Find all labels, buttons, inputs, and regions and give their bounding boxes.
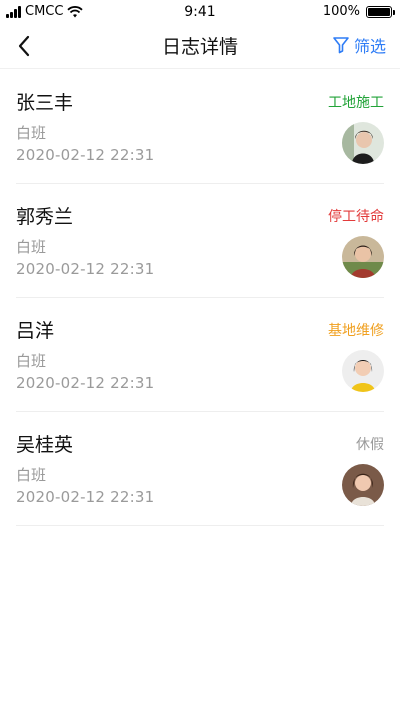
nav-divider [0,68,400,69]
worker-name: 吕洋 [16,320,55,342]
status-bar: CMCC 9:41 100% [0,0,400,24]
list-item[interactable]: 张三丰 白班 2020-02-12 22:31 工地施工 [16,70,384,184]
log-timestamp: 2020-02-12 22:31 [16,374,155,392]
avatar [342,350,384,392]
avatar [342,122,384,164]
avatar-image [342,464,384,506]
worker-name: 郭秀兰 [16,206,74,228]
shift-label: 白班 [16,352,47,370]
battery-percent: 100% [322,4,360,19]
status-badge: 工地施工 [328,95,384,111]
status-badge: 基地维修 [328,323,384,339]
status-badge: 休假 [356,437,384,453]
log-timestamp: 2020-02-12 22:31 [16,260,155,278]
nav-bar: 日志详情 筛选 [0,24,400,68]
status-right: 100% [322,4,395,19]
worker-name: 张三丰 [16,92,74,114]
list-item[interactable]: 吕洋 白班 2020-02-12 22:31 基地维修 [16,298,384,412]
worker-name: 吴桂英 [16,434,74,456]
avatar [342,464,384,506]
shift-label: 白班 [16,124,47,142]
filter-icon [333,37,349,54]
shift-label: 白班 [16,238,47,256]
filter-button[interactable]: 筛选 [332,33,386,57]
list-item[interactable]: 郭秀兰 白班 2020-02-12 22:31 停工待命 [16,184,384,298]
avatar-image [342,122,384,164]
avatar-image [342,236,384,278]
log-timestamp: 2020-02-12 22:31 [16,146,155,164]
avatar [342,236,384,278]
battery-icon [366,5,395,18]
log-list: 张三丰 白班 2020-02-12 22:31 工地施工 郭秀兰 白班 2020… [0,70,400,526]
list-item[interactable]: 吴桂英 白班 2020-02-12 22:31 休假 [16,412,384,526]
filter-label: 筛选 [353,37,386,56]
log-timestamp: 2020-02-12 22:31 [16,488,155,506]
shift-label: 白班 [16,466,47,484]
avatar-image [342,350,384,392]
status-badge: 停工待命 [328,209,384,225]
